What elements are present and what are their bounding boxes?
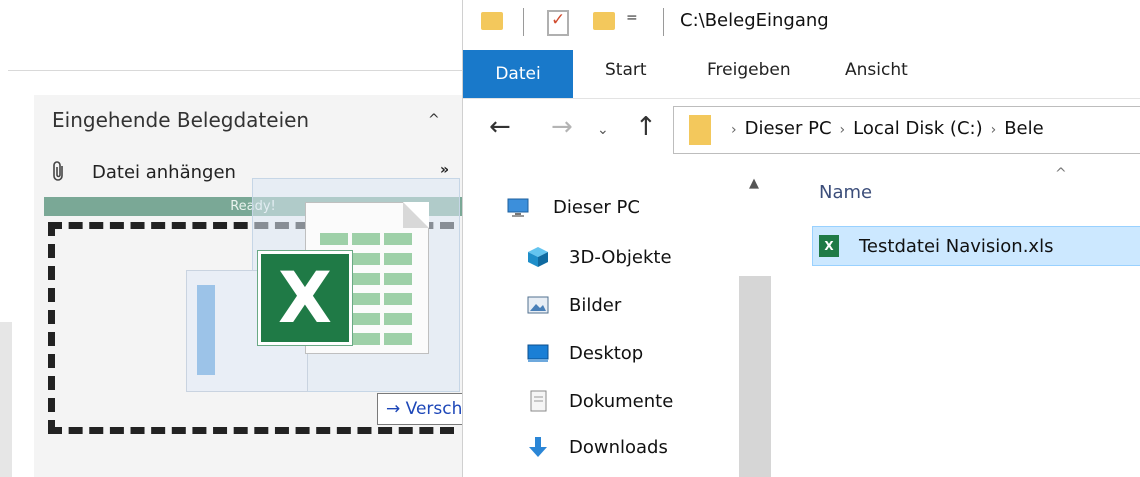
divider — [8, 70, 462, 71]
folder-icon[interactable] — [481, 12, 503, 30]
toolbar-separator — [663, 8, 664, 36]
column-header-name[interactable]: Name — [819, 182, 872, 203]
properties-check-icon[interactable] — [547, 10, 569, 36]
toolbar-separator — [523, 8, 524, 36]
breadcrumb-separator: › — [839, 122, 846, 138]
sort-ascending-icon: ^ — [1055, 166, 1067, 182]
file-explorer-window: = C:\BelegEingang Datei Start Freigeben … — [462, 0, 1140, 477]
breadcrumb-belegeingang[interactable]: Bele — [1004, 118, 1044, 139]
monitor-icon — [507, 198, 529, 217]
cube-icon — [528, 247, 548, 267]
back-arrow-icon[interactable]: ← — [489, 112, 511, 142]
collapse-icon[interactable]: ^ — [428, 112, 440, 128]
paperclip-icon — [53, 161, 63, 181]
excel-logo-icon: X — [258, 251, 352, 345]
breadcrumb-local-disk[interactable]: Local Disk (C:) — [853, 118, 982, 139]
recent-locations-icon[interactable]: ⌄ — [597, 122, 609, 138]
customize-toolbar-dropdown[interactable]: = — [626, 10, 638, 26]
excel-file-icon: X — [819, 235, 839, 257]
breadcrumb-separator: › — [731, 122, 737, 138]
tab-start[interactable]: Start — [605, 60, 647, 80]
page-edge — [0, 322, 12, 477]
more-actions-icon[interactable]: » — [440, 162, 449, 178]
download-icon — [529, 437, 547, 457]
tab-datei[interactable]: Datei — [463, 50, 573, 98]
attach-file-button[interactable]: Datei anhängen — [92, 162, 236, 183]
forward-arrow-icon[interactable]: → — [551, 112, 573, 142]
file-name[interactable]: Testdatei Navision.xls — [859, 236, 1053, 257]
folder-icon — [689, 115, 711, 145]
breadcrumb-separator: › — [990, 122, 997, 138]
desktop-icon — [527, 344, 549, 362]
nav-item-3d-objects[interactable]: 3D-Objekte — [569, 247, 672, 268]
window-title: C:\BelegEingang — [680, 10, 829, 31]
nav-item-desktop[interactable]: Desktop — [569, 343, 643, 364]
documents-icon — [530, 390, 547, 412]
breadcrumb-this-pc[interactable]: Dieser PC — [745, 118, 832, 139]
nav-item-pictures[interactable]: Bilder — [569, 295, 621, 316]
scroll-up-icon[interactable]: ▲ — [749, 176, 759, 191]
tab-ansicht[interactable]: Ansicht — [845, 60, 908, 80]
nav-item-downloads[interactable]: Downloads — [569, 437, 668, 458]
breadcrumb[interactable]: › Dieser PC › Local Disk (C:) › Bele — [723, 118, 1044, 139]
new-folder-icon[interactable] — [593, 12, 615, 30]
nav-item-documents[interactable]: Dokumente — [569, 391, 673, 412]
panel-title: Eingehende Belegdateien — [52, 108, 310, 132]
nav-item-this-pc[interactable]: Dieser PC — [553, 197, 640, 218]
tab-freigeben[interactable]: Freigeben — [707, 60, 791, 80]
pictures-icon — [527, 296, 549, 314]
nav-pane-scrollbar[interactable]: ▲ — [739, 168, 771, 477]
up-arrow-icon[interactable]: ↑ — [635, 112, 657, 142]
scrollbar-thumb[interactable] — [739, 276, 771, 477]
